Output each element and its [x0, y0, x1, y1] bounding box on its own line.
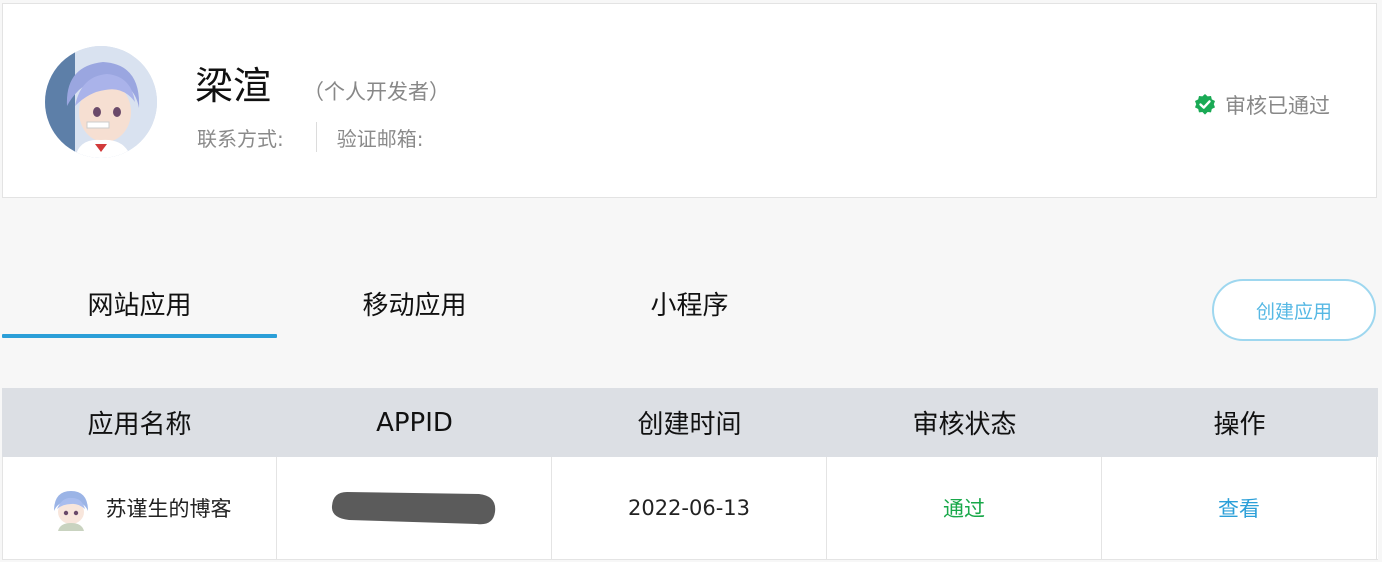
verify-status: 审核已通过 [1193, 90, 1330, 120]
redacted-appid [331, 492, 496, 525]
app-name: 苏谨生的博客 [105, 497, 232, 521]
active-tab-indicator [2, 334, 277, 338]
column-header-status: 审核状态 [912, 410, 1017, 440]
column-header-appid: APPID [376, 407, 453, 438]
email-label: 验证邮箱: [336, 126, 424, 151]
view-app-link[interactable]: 查看 [1218, 493, 1260, 523]
app-name-cell: 苏谨生的博客 [2, 457, 277, 559]
check-badge-icon [1195, 94, 1215, 115]
contact-label: 联系方式: [197, 126, 284, 151]
developer-profile-card: 梁渲 （个人开发者） 联系方式: 验证邮箱: 审核已通过 [2, 3, 1377, 198]
column-header-action: 操作 [1213, 410, 1266, 440]
developer-avatar [45, 46, 157, 158]
verify-status-text: 审核已通过 [1225, 94, 1330, 118]
status-cell: 通过 [827, 457, 1102, 559]
developer-name: 梁渲 [195, 64, 272, 108]
app-icon [47, 485, 94, 531]
table-row: 苏谨生的博客 2022-06-13 通过 查看 [2, 457, 1378, 560]
contact-divider [315, 122, 317, 152]
contact-row: 联系方式: 验证邮箱: [197, 122, 424, 152]
column-header-created: 创建时间 [637, 410, 742, 440]
action-cell: 查看 [1102, 457, 1377, 559]
developer-type: （个人开发者） [303, 80, 450, 104]
review-status-badge: 通过 [943, 497, 985, 521]
column-header-app-name: 应用名称 [87, 410, 192, 440]
tab-website-apps[interactable]: 网站应用 [2, 270, 277, 336]
create-app-button[interactable]: 创建应用 [1212, 279, 1376, 341]
app-type-tabs: 网站应用 移动应用 小程序 [2, 270, 827, 340]
avatar-image [45, 46, 157, 158]
appid-cell [277, 457, 552, 559]
table-header: 应用名称 APPID 创建时间 审核状态 操作 [2, 388, 1378, 457]
app-table: 应用名称 APPID 创建时间 审核状态 操作 苏谨生的博客 2022-06-1… [2, 388, 1378, 560]
created-date-cell: 2022-06-13 [552, 457, 827, 559]
tab-mini-programs[interactable]: 小程序 [552, 270, 827, 336]
tab-mobile-apps[interactable]: 移动应用 [277, 270, 552, 336]
